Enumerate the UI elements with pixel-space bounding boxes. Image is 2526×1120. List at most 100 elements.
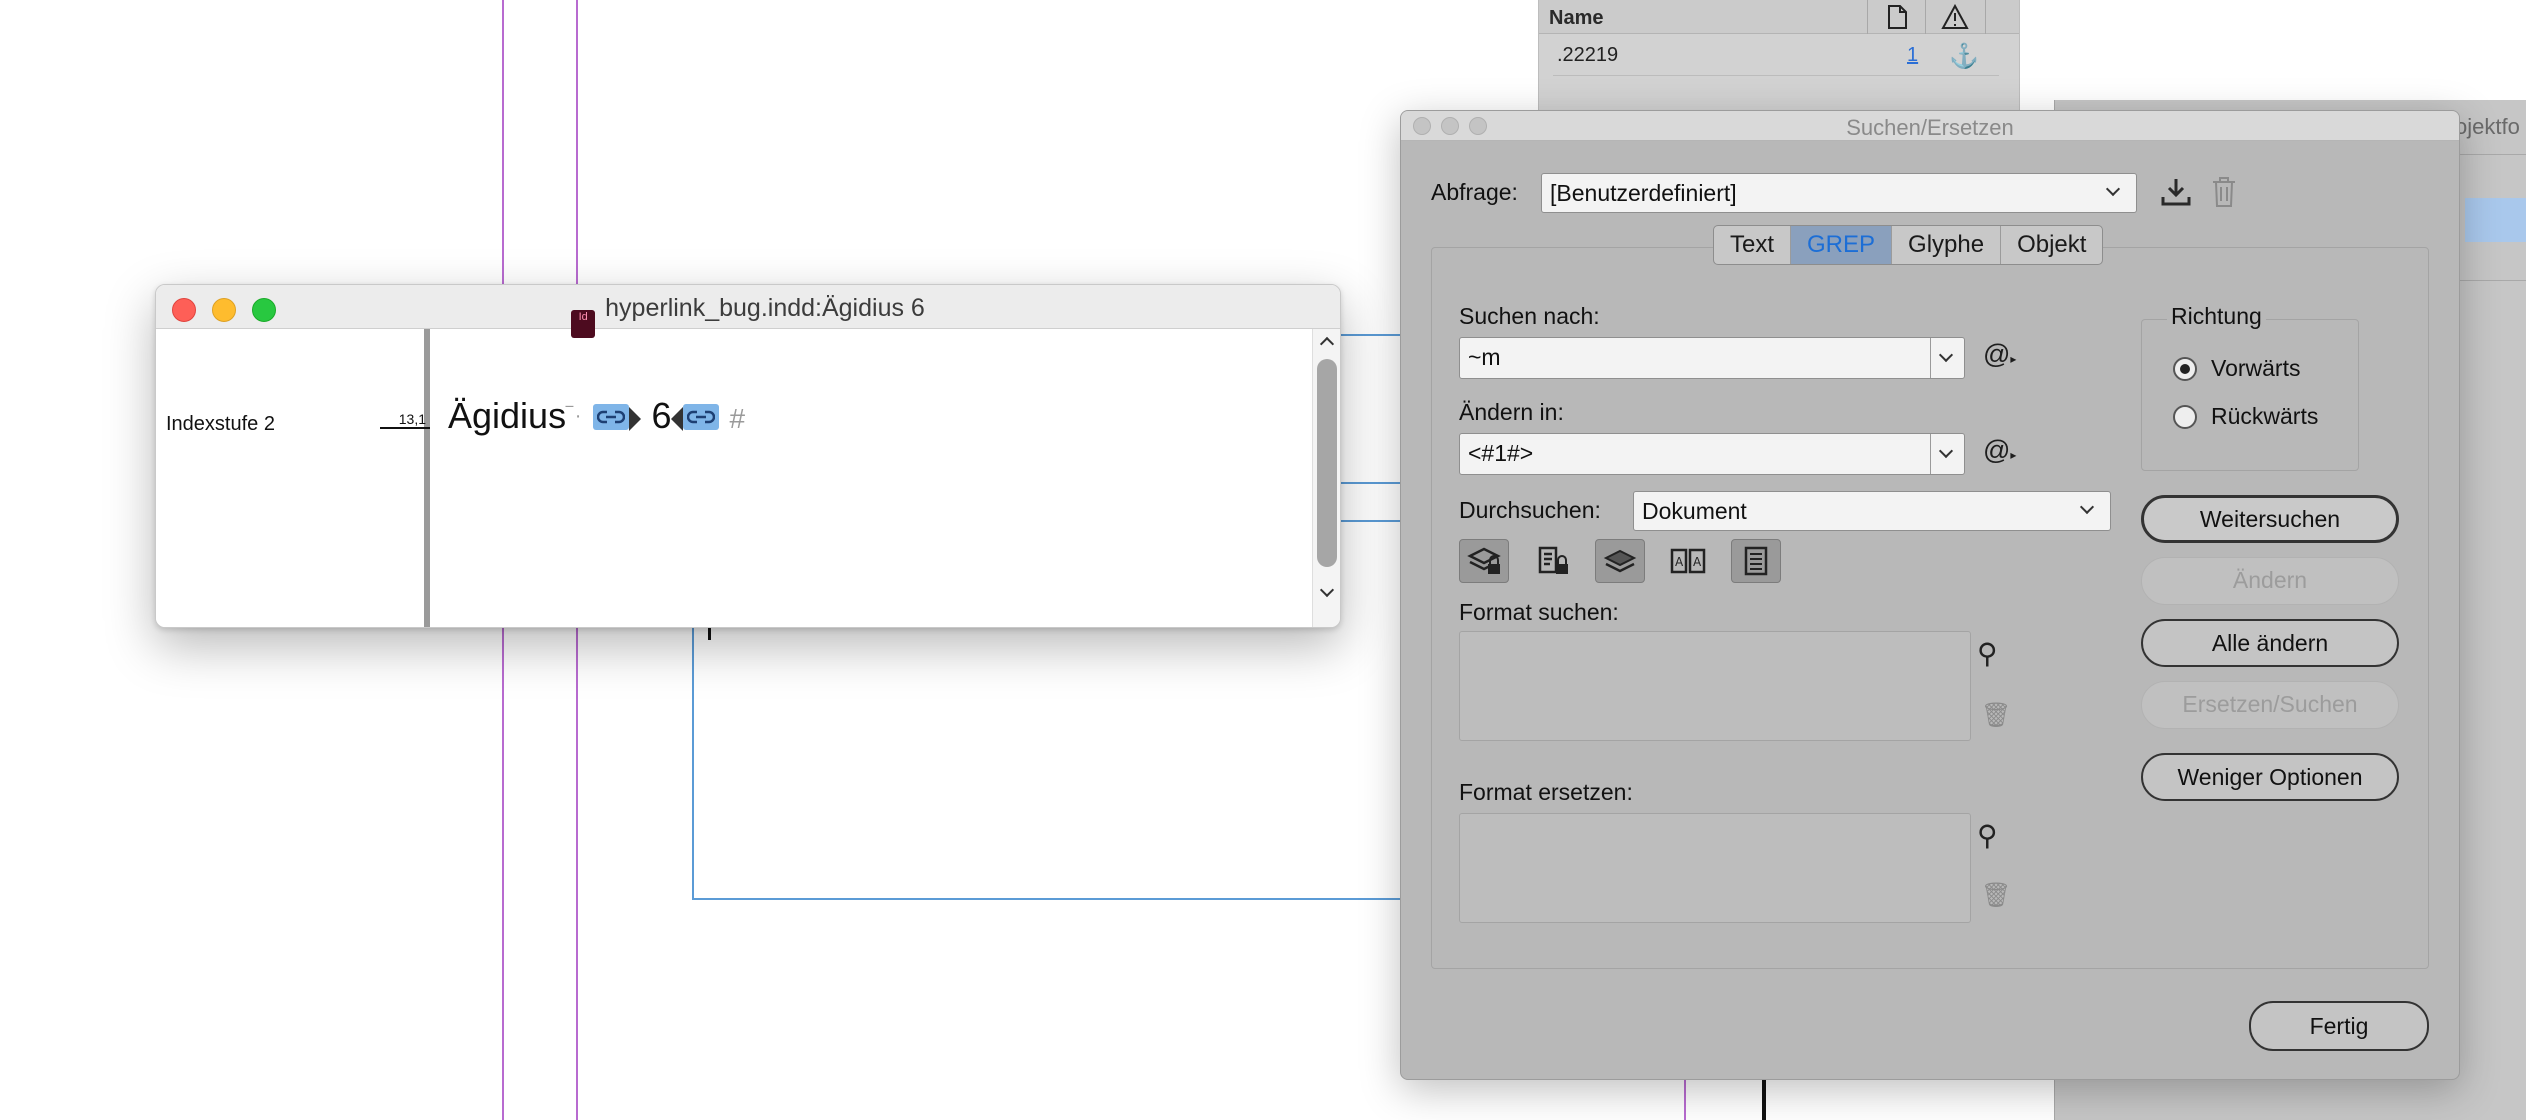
locked-stories-icon xyxy=(1538,546,1568,574)
find-history-dropdown[interactable] xyxy=(1930,338,1964,378)
hyperlink-close-marker-icon xyxy=(671,407,684,431)
story-text[interactable]: Ägidius‾· 6 # xyxy=(448,395,745,437)
hyperlink-open-marker-icon xyxy=(629,407,642,431)
tab-grep[interactable]: GREP xyxy=(1791,226,1893,264)
links-panel: Name .22219 1 ⚓ xyxy=(1538,0,2020,112)
find-format-label: Format suchen: xyxy=(1459,599,1619,625)
find-what-value: ~m xyxy=(1468,344,1501,370)
include-hidden-layers-toggle[interactable] xyxy=(1595,539,1645,583)
story-editor-titlebar[interactable]: Id hyperlink_bug.indd:Ägidius 6 xyxy=(156,285,1340,338)
hyperlink-start-icon xyxy=(593,404,630,430)
clear-find-format-icon[interactable]: 🗑 xyxy=(1981,701,2011,730)
master-pages-icon: AA xyxy=(1670,548,1706,574)
tab-glyph[interactable]: Glyphe xyxy=(1892,226,2002,264)
panel-divider xyxy=(2455,154,2526,155)
clear-change-format-icon[interactable]: 🗑 xyxy=(1981,881,2011,910)
change-format-box[interactable] xyxy=(1459,813,1971,923)
story-word: Ägidius xyxy=(448,395,567,436)
direction-group xyxy=(2141,319,2359,471)
tab-bar: Text GREP Glyphe Objekt xyxy=(1713,225,2104,265)
rule-fragment xyxy=(1762,1080,1766,1120)
anchor-icon: ⚓ xyxy=(1949,43,1979,70)
direction-backward-label[interactable]: Rückwärts xyxy=(2211,403,2318,430)
tab-marker-icon: ‾· xyxy=(566,405,584,427)
dialog-titlebar[interactable]: Suchen/Ersetzen xyxy=(1401,111,2459,141)
scroll-thumb[interactable] xyxy=(1317,359,1337,567)
find-format-box[interactable] xyxy=(1459,631,1971,741)
direction-forward-label[interactable]: Vorwärts xyxy=(2211,355,2300,382)
query-select[interactable]: [Benutzerdefiniert] xyxy=(1541,173,2137,213)
svg-text:A: A xyxy=(1675,555,1684,569)
column-name-header[interactable]: Name xyxy=(1549,7,1603,30)
include-footnotes-toggle[interactable] xyxy=(1731,539,1781,583)
find-what-field[interactable]: ~m xyxy=(1459,337,1965,379)
chevron-down-icon xyxy=(2105,181,2121,197)
column-divider xyxy=(1985,0,1986,34)
delete-query-icon[interactable] xyxy=(2209,175,2239,209)
change-format-label: Format ersetzen: xyxy=(1459,779,1633,805)
text-frame-edge-mid2 xyxy=(1330,520,1410,522)
query-label: Abfrage: xyxy=(1431,179,1518,205)
change-all-button[interactable]: Alle ändern xyxy=(2141,619,2399,667)
story-editor-window: Id hyperlink_bug.indd:Ägidius 6 Indexstuf… xyxy=(155,284,1341,628)
footnotes-icon xyxy=(1744,546,1768,576)
depth-ruler-value: 13,1 xyxy=(380,411,430,429)
tab-text[interactable]: Text xyxy=(1714,226,1792,264)
chevron-down-icon xyxy=(1938,347,1954,363)
change-find-button[interactable]: Ersetzen/Suchen xyxy=(2141,681,2399,729)
tab-object[interactable]: Objekt xyxy=(2001,226,2102,264)
direction-backward-radio[interactable] xyxy=(2173,405,2197,429)
chevron-down-icon xyxy=(2079,499,2095,515)
specify-change-format-icon[interactable]: ⚲ xyxy=(1977,819,1998,852)
include-master-pages-toggle[interactable]: AA xyxy=(1663,539,1713,583)
hyperlink-end-icon xyxy=(683,404,720,430)
scroll-down-icon[interactable] xyxy=(1319,582,1335,598)
save-query-icon[interactable] xyxy=(2159,175,2193,209)
column-divider xyxy=(1925,0,1926,34)
search-scope-label: Durchsuchen: xyxy=(1459,497,1601,523)
fewer-options-button[interactable]: Weniger Optionen xyxy=(2141,753,2399,801)
indesign-app-icon: Id xyxy=(571,310,596,338)
end-of-story-marker: # xyxy=(729,403,746,434)
change-to-field[interactable]: <#1#> xyxy=(1459,433,1965,475)
direction-forward-radio[interactable] xyxy=(2173,357,2197,381)
link-page-number[interactable]: 1 xyxy=(1907,44,1918,67)
hidden-layers-icon xyxy=(1603,549,1637,573)
panel-selected-row[interactable] xyxy=(2465,198,2526,242)
style-name-column: Indexstufe 2 13,1 xyxy=(156,329,430,627)
column-divider xyxy=(1867,0,1868,34)
search-scope-select[interactable]: Dokument xyxy=(1633,491,2111,531)
story-scrollbar[interactable] xyxy=(1312,329,1340,627)
text-frame-edge-mid1 xyxy=(1330,482,1410,484)
page-icon[interactable] xyxy=(1885,4,1909,30)
link-row[interactable]: .22219 1 ⚓ xyxy=(1553,42,1999,76)
window-title-text: hyperlink_bug.indd:Ägidius 6 xyxy=(605,294,925,322)
specify-find-format-icon[interactable]: ⚲ xyxy=(1977,637,1998,670)
locked-layers-icon xyxy=(1467,547,1501,574)
special-characters-find-icon[interactable]: @▸ xyxy=(1983,339,2016,370)
search-scope-value: Dokument xyxy=(1642,498,1747,524)
warning-icon[interactable] xyxy=(1941,4,1969,30)
find-change-dialog: Suchen/Ersetzen Abfrage: [Benutzerdefini… xyxy=(1400,110,2460,1080)
include-locked-stories-toggle[interactable] xyxy=(1527,539,1577,583)
direction-label: Richtung xyxy=(2167,303,2266,330)
done-button[interactable]: Fertig xyxy=(2249,1001,2429,1051)
query-value: [Benutzerdefiniert] xyxy=(1550,180,1737,206)
panel-divider xyxy=(2455,280,2526,281)
panel-title-fragment: ojektfo xyxy=(2455,114,2520,139)
svg-text:A: A xyxy=(1693,555,1702,569)
find-next-button[interactable]: Weitersuchen xyxy=(2141,495,2399,543)
dialog-title: Suchen/Ersetzen xyxy=(1846,115,2014,140)
include-locked-layers-toggle[interactable] xyxy=(1459,539,1509,583)
find-what-label: Suchen nach: xyxy=(1459,303,1600,329)
text-frame-left[interactable] xyxy=(692,620,694,900)
change-history-dropdown[interactable] xyxy=(1930,434,1964,474)
change-to-value: <#1#> xyxy=(1468,440,1534,466)
text-frame-bottom[interactable] xyxy=(692,898,1402,900)
special-characters-change-icon[interactable]: @▸ xyxy=(1983,435,2016,466)
scroll-up-icon[interactable] xyxy=(1319,336,1335,352)
change-button[interactable]: Ändern xyxy=(2141,557,2399,605)
text-frame-edge-top xyxy=(1330,334,1410,336)
chevron-down-icon xyxy=(1938,443,1954,459)
story-number: 6 xyxy=(651,395,672,436)
